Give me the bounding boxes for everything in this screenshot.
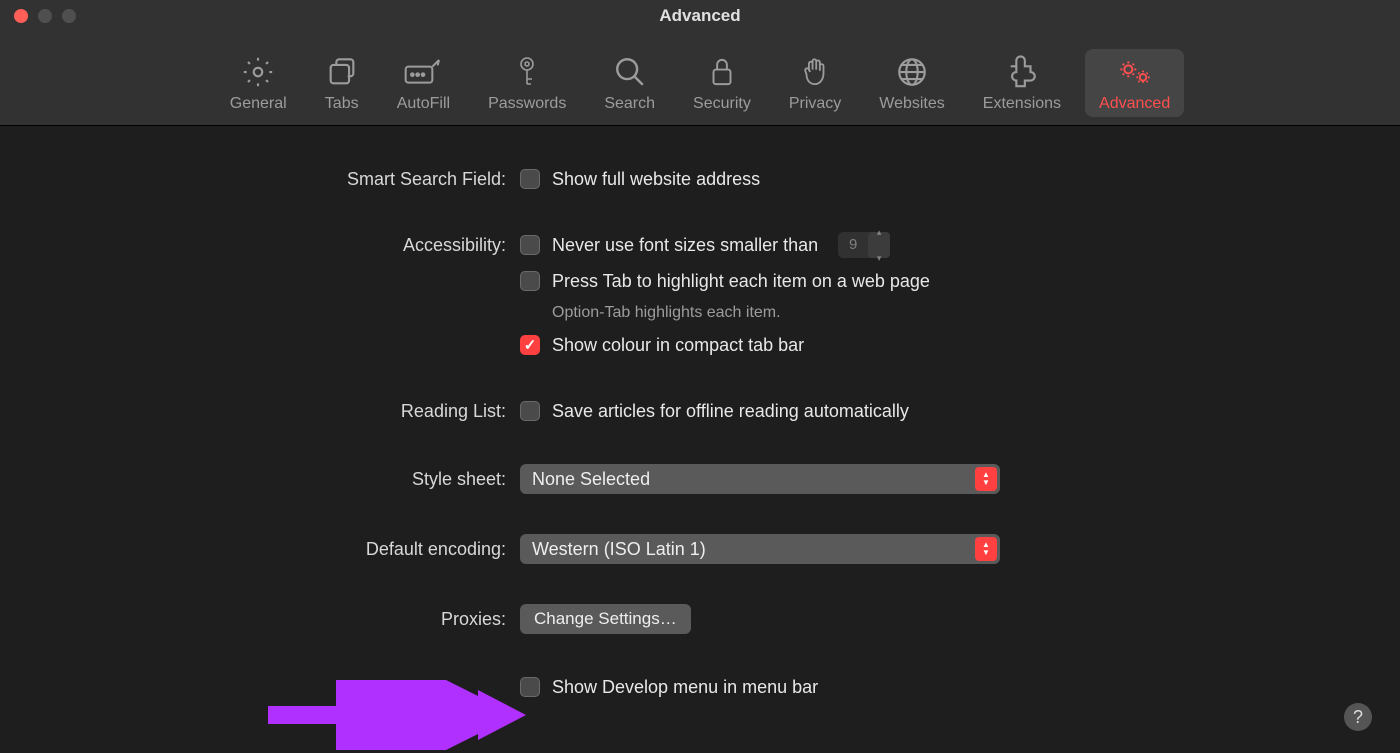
tab-label: AutoFill bbox=[397, 95, 450, 113]
default-encoding-select[interactable]: Western (ISO Latin 1) ▲▼ bbox=[520, 534, 1000, 564]
window-title: Advanced bbox=[659, 6, 740, 26]
show-full-address-checkbox[interactable] bbox=[520, 169, 540, 189]
press-tab-label: Press Tab to highlight each item on a we… bbox=[552, 268, 930, 294]
tab-label: General bbox=[230, 95, 287, 113]
style-sheet-select[interactable]: None Selected ▲▼ bbox=[520, 464, 1000, 494]
window-minimize-button[interactable] bbox=[38, 9, 52, 23]
chevron-updown-icon: ▲▼ bbox=[975, 537, 997, 561]
save-offline-checkbox[interactable] bbox=[520, 401, 540, 421]
advanced-pane: Smart Search Field: Show full website ad… bbox=[0, 126, 1400, 700]
change-settings-button[interactable]: Change Settings… bbox=[520, 604, 691, 634]
tab-security[interactable]: Security bbox=[679, 49, 765, 117]
press-tab-checkbox[interactable] bbox=[520, 271, 540, 291]
chevron-updown-icon: ▲▼ bbox=[975, 467, 997, 491]
tab-search[interactable]: Search bbox=[590, 49, 669, 117]
tab-label: Extensions bbox=[983, 95, 1061, 113]
help-button[interactable]: ? bbox=[1344, 703, 1372, 731]
never-smaller-than-label: Never use font sizes smaller than bbox=[552, 232, 818, 258]
save-offline-label: Save articles for offline reading automa… bbox=[552, 398, 909, 424]
font-size-value: 9 bbox=[838, 232, 868, 258]
reading-list-label: Reading List: bbox=[0, 398, 520, 424]
tab-privacy[interactable]: Privacy bbox=[775, 49, 855, 117]
tab-general[interactable]: General bbox=[216, 49, 301, 117]
preferences-toolbar: General Tabs AutoFill Passwords Search bbox=[0, 32, 1400, 126]
tab-label: Security bbox=[693, 95, 751, 113]
tabs-icon bbox=[325, 55, 359, 89]
puzzle-icon bbox=[1005, 55, 1039, 89]
tab-extensions[interactable]: Extensions bbox=[969, 49, 1075, 117]
proxies-label: Proxies: bbox=[0, 604, 520, 634]
style-sheet-label: Style sheet: bbox=[0, 464, 520, 494]
window-zoom-button[interactable] bbox=[62, 9, 76, 23]
tab-label: Advanced bbox=[1099, 95, 1170, 113]
autofill-icon bbox=[403, 55, 443, 89]
globe-icon bbox=[895, 55, 929, 89]
tab-label: Search bbox=[604, 95, 655, 113]
press-tab-hint: Option-Tab highlights each item. bbox=[552, 304, 1400, 322]
style-sheet-value: None Selected bbox=[520, 469, 650, 490]
chevron-updown-icon: ▴▾ bbox=[868, 232, 890, 258]
never-smaller-than-checkbox[interactable] bbox=[520, 235, 540, 255]
default-encoding-value: Western (ISO Latin 1) bbox=[520, 539, 706, 560]
key-icon bbox=[515, 55, 539, 89]
show-colour-label: Show colour in compact tab bar bbox=[552, 332, 804, 358]
default-encoding-label: Default encoding: bbox=[0, 534, 520, 564]
tab-advanced[interactable]: Advanced bbox=[1085, 49, 1184, 117]
accessibility-label: Accessibility: bbox=[0, 232, 520, 258]
show-full-address-label: Show full website address bbox=[552, 166, 760, 192]
font-size-stepper[interactable]: 9 ▴▾ bbox=[838, 232, 890, 258]
tab-label: Tabs bbox=[325, 95, 359, 113]
gear-icon bbox=[241, 55, 275, 89]
show-develop-menu-checkbox[interactable] bbox=[520, 677, 540, 697]
gears-icon bbox=[1115, 55, 1155, 89]
tab-tabs[interactable]: Tabs bbox=[311, 49, 373, 117]
window-controls bbox=[14, 9, 76, 23]
tab-strip: General Tabs AutoFill Passwords Search bbox=[216, 49, 1184, 117]
title-bar: Advanced bbox=[0, 0, 1400, 32]
smart-search-label: Smart Search Field: bbox=[0, 166, 520, 192]
tab-label: Privacy bbox=[789, 95, 841, 113]
window-close-button[interactable] bbox=[14, 9, 28, 23]
search-icon bbox=[613, 55, 647, 89]
tab-autofill[interactable]: AutoFill bbox=[383, 49, 464, 117]
show-develop-menu-label: Show Develop menu in menu bar bbox=[552, 674, 818, 700]
tab-label: Websites bbox=[879, 95, 945, 113]
tab-label: Passwords bbox=[488, 95, 566, 113]
tab-passwords[interactable]: Passwords bbox=[474, 49, 580, 117]
tab-websites[interactable]: Websites bbox=[865, 49, 959, 117]
hand-icon bbox=[800, 55, 830, 89]
lock-icon bbox=[707, 55, 737, 89]
show-colour-checkbox[interactable] bbox=[520, 335, 540, 355]
